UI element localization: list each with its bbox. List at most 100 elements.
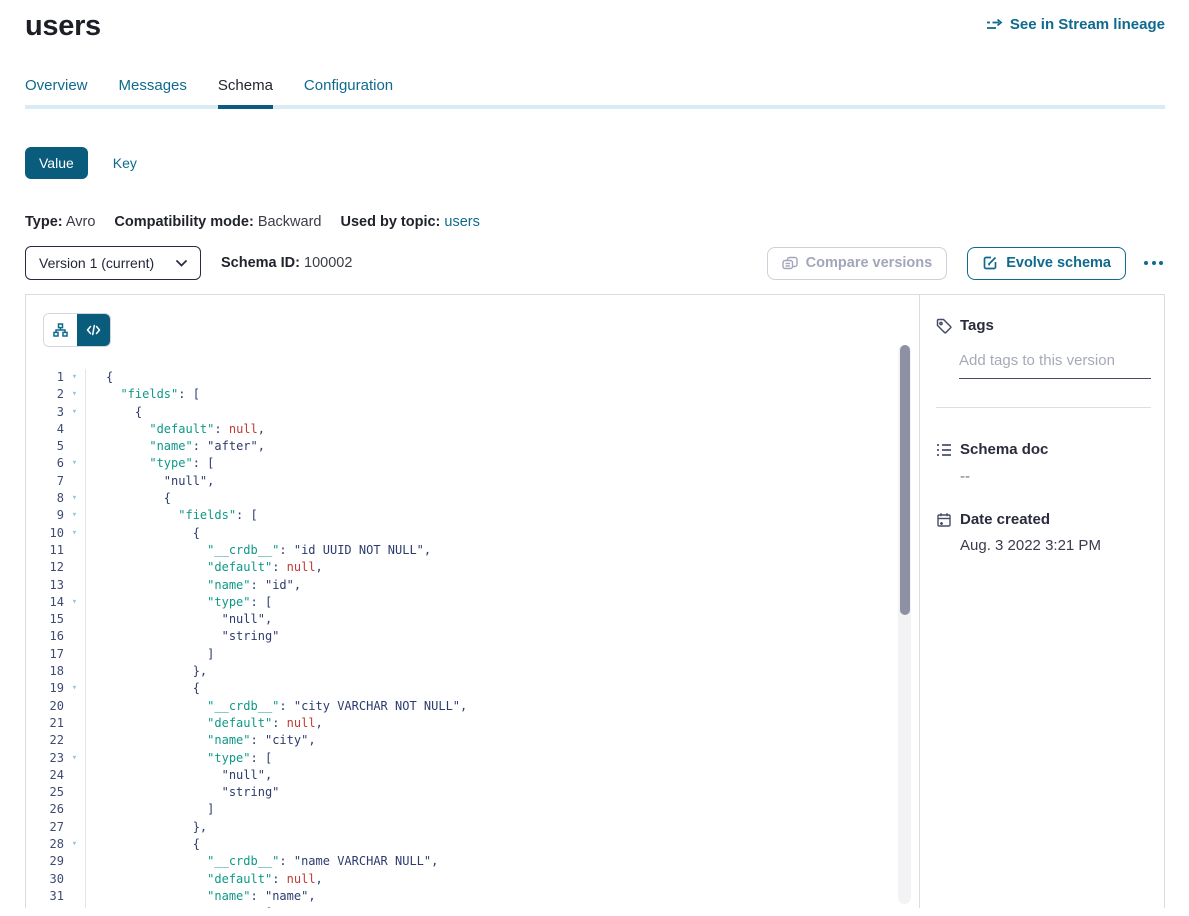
code-line: 21 "default": null,	[26, 715, 919, 732]
fold-toggle-icon[interactable]: ▾	[64, 680, 86, 697]
tab-underline-track	[25, 105, 1165, 109]
code-line: 28▾ {	[26, 836, 919, 853]
code-text: "type": [	[86, 905, 272, 908]
code-line: 1▾{	[26, 369, 919, 386]
code-line: 8▾ {	[26, 490, 919, 507]
sidebar-divider	[936, 407, 1151, 408]
schema-doc-title: Schema doc	[960, 441, 1048, 458]
code-text: "default": null,	[86, 871, 323, 888]
fold-toggle-icon[interactable]: ▾	[64, 369, 86, 386]
code-text: },	[86, 663, 207, 680]
date-created-heading: Date created	[936, 511, 1151, 528]
tab-overview[interactable]: Overview	[25, 77, 88, 105]
line-number: 31	[26, 888, 64, 905]
code-text: "name": "id",	[86, 577, 301, 594]
page: users See in Stream lineage Overview Mes…	[0, 10, 1189, 280]
editor-view-toggle	[43, 313, 111, 347]
date-created-section: Date created Aug. 3 2022 3:21 PM	[936, 511, 1151, 554]
tree-view-button[interactable]	[44, 314, 77, 346]
fold-toggle-icon[interactable]: ▾	[64, 386, 86, 403]
code-text: "fields": [	[86, 507, 258, 524]
code-text: {	[86, 680, 200, 697]
code-text: "default": null,	[86, 715, 323, 732]
line-number: 13	[26, 577, 64, 594]
tags-section: Tags	[936, 317, 1151, 379]
code-text: {	[86, 369, 113, 386]
schema-editor: 1▾{2▾ "fields": [3▾ {4 "default": null,5…	[26, 295, 920, 908]
tab-messages[interactable]: Messages	[119, 77, 187, 105]
fold-toggle-icon[interactable]: ▾	[64, 490, 86, 507]
line-number: 16	[26, 628, 64, 645]
meta-type-value: Avro	[66, 214, 96, 230]
page-header: users See in Stream lineage	[25, 10, 1165, 43]
fold-toggle-icon[interactable]: ▾	[64, 836, 86, 853]
code-text: "__crdb__": "name VARCHAR NULL",	[86, 853, 438, 870]
code-line: 24 "null",	[26, 767, 919, 784]
code-line: 2▾ "fields": [	[26, 386, 919, 403]
version-select[interactable]: Version 1 (current)	[25, 246, 201, 280]
editor-scrollbar[interactable]	[898, 345, 911, 904]
line-number: 3	[26, 404, 64, 421]
code-line: 30 "default": null,	[26, 871, 919, 888]
meta-type: Type: Avro	[25, 214, 95, 230]
fold-toggle-icon[interactable]: ▾	[64, 525, 86, 542]
fold-toggle-icon[interactable]: ▾	[64, 507, 86, 524]
fold-gutter	[64, 663, 86, 680]
line-number: 18	[26, 663, 64, 680]
tags-input[interactable]	[959, 350, 1151, 379]
used-by-topic-link[interactable]: users	[444, 214, 479, 230]
code-line: 26 ]	[26, 801, 919, 818]
tab-schema[interactable]: Schema	[218, 77, 273, 105]
more-dot-icon	[1159, 261, 1163, 265]
code-view-icon	[86, 324, 101, 336]
fold-gutter	[64, 767, 86, 784]
code-line: 29 "__crdb__": "name VARCHAR NULL",	[26, 853, 919, 870]
meta-compatibility: Compatibility mode: Backward	[114, 214, 321, 230]
key-toggle-button[interactable]: Key	[113, 155, 137, 171]
fold-toggle-icon[interactable]: ▾	[64, 404, 86, 421]
code-line: 19▾ {	[26, 680, 919, 697]
line-number: 32	[26, 905, 64, 908]
schema-id: Schema ID: 100002	[221, 255, 352, 271]
code-text: "null",	[86, 767, 272, 784]
code-line: 9▾ "fields": [	[26, 507, 919, 524]
line-number: 20	[26, 698, 64, 715]
code-line: 23▾ "type": [	[26, 750, 919, 767]
fold-gutter	[64, 611, 86, 628]
meta-type-label: Type:	[25, 214, 63, 230]
value-toggle-button[interactable]: Value	[25, 147, 88, 179]
code-text: "name": "name",	[86, 888, 316, 905]
editor-scrollbar-thumb[interactable]	[900, 345, 910, 615]
calendar-plus-icon	[936, 512, 952, 528]
code-text: "null",	[86, 473, 214, 490]
code-text: ]	[86, 646, 214, 663]
code-view-button[interactable]	[77, 314, 110, 346]
code-line: 3▾ {	[26, 404, 919, 421]
more-actions-button[interactable]	[1142, 255, 1165, 271]
fold-toggle-icon[interactable]: ▾	[64, 594, 86, 611]
fold-gutter	[64, 421, 86, 438]
fold-gutter	[64, 819, 86, 836]
page-title: users	[25, 10, 101, 43]
more-dot-icon	[1152, 261, 1156, 265]
stream-lineage-link[interactable]: See in Stream lineage	[986, 16, 1165, 33]
code-line: 13 "name": "id",	[26, 577, 919, 594]
fold-toggle-icon[interactable]: ▾	[64, 750, 86, 767]
fold-toggle-icon[interactable]: ▾	[64, 455, 86, 472]
tab-configuration[interactable]: Configuration	[304, 77, 393, 105]
code-text: "type": [	[86, 750, 272, 767]
fold-toggle-icon[interactable]: ▾	[64, 905, 86, 908]
line-number: 22	[26, 732, 64, 749]
code-text: ]	[86, 801, 214, 818]
line-number: 30	[26, 871, 64, 888]
code-line: 18 },	[26, 663, 919, 680]
line-number: 10	[26, 525, 64, 542]
evolve-schema-button[interactable]: Evolve schema	[967, 247, 1126, 280]
compare-versions-button[interactable]: Compare versions	[767, 247, 948, 280]
value-key-toggle: Value Key	[25, 147, 1165, 179]
meta-topic: Used by topic: users	[340, 214, 479, 230]
line-number: 19	[26, 680, 64, 697]
schema-id-value: 100002	[304, 255, 352, 271]
stream-lineage-icon	[986, 18, 1003, 32]
code-line: 7 "null",	[26, 473, 919, 490]
